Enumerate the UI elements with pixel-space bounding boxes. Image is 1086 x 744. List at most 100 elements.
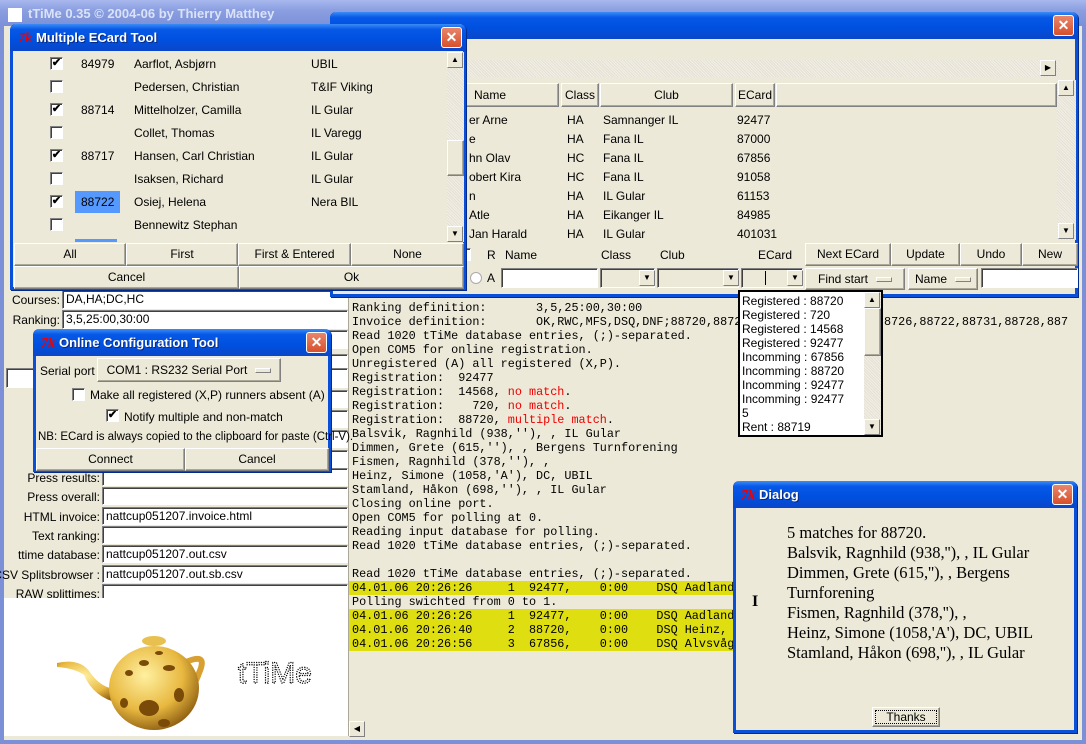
form-field[interactable] [102, 487, 348, 506]
runner-name: Osiej, Helena [134, 195, 207, 209]
form-field[interactable]: 3,5,25:00,30:00 [62, 310, 348, 329]
list-item-partial [75, 239, 117, 242]
update-button[interactable]: Update [891, 243, 960, 266]
next-ecard-button[interactable]: Next ECard [805, 243, 891, 266]
cancel-button[interactable]: Cancel [14, 266, 239, 289]
column-header[interactable]: Club [600, 83, 733, 107]
column-header[interactable] [776, 83, 1057, 107]
scroll-down-button[interactable]: ▼ [1058, 223, 1074, 239]
scroll-up-button[interactable]: ▲ [1058, 80, 1074, 96]
absent-checkbox[interactable] [72, 388, 85, 401]
scroll-down-button[interactable]: ▼ [447, 226, 463, 242]
log-text: multiple match [507, 413, 607, 427]
dropdown-item[interactable]: Rent : 88719 [742, 420, 881, 434]
undo-button[interactable]: Undo [960, 243, 1022, 266]
list-item[interactable]: ✔ 88722 Osiej, Helena Nera BIL [13, 190, 447, 213]
scroll-right-button[interactable]: ▶ [1040, 60, 1056, 76]
column-header[interactable]: Class [561, 83, 599, 107]
dropdown-item[interactable]: Registered : 720 [742, 308, 881, 322]
a-radio[interactable] [470, 272, 482, 284]
column-header[interactable]: ECard [735, 83, 775, 107]
dropdown-item[interactable]: Incomming : 67856 [742, 350, 881, 364]
list-item[interactable]: Bennewitz Stephan [13, 213, 447, 236]
none-button[interactable]: None [351, 243, 464, 266]
dropdown-scroll-thumb[interactable] [864, 308, 881, 356]
dropdown-item[interactable]: Incomming : 88720 [742, 364, 881, 378]
ecard-dropdown-arrow[interactable]: ▼ [787, 270, 803, 286]
dropdown-item[interactable]: Incomming : 92477 [742, 392, 881, 406]
first-button[interactable]: First [126, 243, 238, 266]
dropdown-item[interactable]: Registered : 88720 [742, 294, 881, 308]
checkbox[interactable]: ✔ [50, 57, 63, 70]
club-dropdown-arrow[interactable]: ▼ [723, 270, 739, 286]
form-field[interactable] [102, 525, 348, 544]
log-text: . [564, 399, 572, 413]
checkbox[interactable] [50, 218, 63, 231]
checkbox[interactable] [50, 80, 63, 93]
checkbox[interactable] [50, 126, 63, 139]
log-text: 04.01.06 20:26:26 1 92477, 0:00 DSQ Aadl… [352, 581, 749, 595]
table-cell: Jan Harald [469, 227, 528, 241]
form-label: Ranking: [12, 313, 60, 327]
dropdown-item[interactable]: 5 [742, 406, 881, 420]
form-label: CSV Splitsbrowser : [0, 567, 100, 582]
dropdown-scroll-up[interactable]: ▲ [864, 292, 880, 308]
log-text: 04.01.06 20:26:56 3 67856, 0:00 DSQ Alvs… [352, 637, 749, 651]
vertical-scrollbar[interactable] [1057, 80, 1076, 240]
list-item[interactable]: ✔ 88717 Hansen, Carl Christian IL Gular [13, 144, 447, 167]
list-item[interactable]: Collet, Thomas IL Varegg [13, 121, 447, 144]
ok-button[interactable]: Ok [239, 266, 464, 289]
search-input[interactable] [981, 268, 1078, 288]
close-button[interactable]: ✕ [441, 27, 462, 48]
list-item[interactable]: Pedersen, Christian T&IF Viking [13, 75, 447, 98]
cancel-button[interactable]: Cancel [185, 448, 329, 471]
log-scroll-left-button[interactable]: ◀ [349, 721, 365, 737]
name-label: Name [505, 248, 538, 262]
close-button[interactable]: ✕ [1053, 15, 1074, 36]
all-button[interactable]: All [14, 243, 126, 266]
table-cell: 61153 [737, 189, 770, 203]
serial-port-label: Serial port : [40, 364, 102, 378]
dropdown-item[interactable]: Incomming : 92477 [742, 378, 881, 392]
svg-text:tTiMe: tTiMe [238, 657, 312, 690]
checkbox[interactable]: ✔ [50, 149, 63, 162]
first-and-entered-button[interactable]: First & Entered [238, 243, 351, 266]
table-cell: 91058 [737, 170, 771, 184]
log-text: no match [507, 399, 565, 413]
list-item[interactable]: Isaksen, Richard IL Gular [13, 167, 447, 190]
scroll-thumb[interactable] [447, 140, 464, 176]
dropdown-item[interactable]: Registered : 92477 [742, 336, 881, 350]
ecard-label: ECard [758, 248, 793, 262]
checkbox[interactable]: ✔ [50, 195, 63, 208]
table-cell: Fana IL [603, 132, 644, 146]
checkbox[interactable]: ✔ [50, 103, 63, 116]
scroll-up-button[interactable]: ▲ [447, 52, 463, 68]
ecard-dropdown-list[interactable]: Registered : 88720 Registered : 720 Regist… [738, 290, 883, 437]
close-button[interactable]: ✕ [306, 332, 327, 353]
list-item[interactable]: ✔ 88714 Mittelholzer, Camilla IL Gular [13, 98, 447, 121]
tk-icon: 7k [18, 31, 32, 46]
table-cell: 401031 [737, 227, 778, 241]
runner-name: Mittelholzer, Camilla [134, 103, 242, 117]
new-button[interactable]: New [1022, 243, 1078, 266]
checkbox[interactable] [50, 172, 63, 185]
name-input[interactable] [501, 268, 598, 288]
form-field[interactable]: nattcup051207.out.sb.csv [102, 564, 348, 583]
sort-name-button[interactable]: Name [908, 268, 978, 290]
list-item[interactable]: ✔ 84979 Aarflot, Asbjørn UBIL [13, 52, 447, 75]
class-dropdown-arrow[interactable]: ▼ [639, 270, 655, 286]
thanks-button[interactable]: Thanks [872, 707, 940, 727]
connect-button[interactable]: Connect [36, 448, 185, 471]
form-field[interactable]: nattcup051207.out.csv [102, 545, 348, 564]
dropdown-item[interactable]: Registered : 14568 [742, 322, 881, 336]
table-cell: er Arne [469, 113, 508, 127]
serial-port-select[interactable]: COM1 : RS232 Serial Port [97, 358, 281, 382]
log-line: Ranking definition: 3,5,25:00,30:00 [349, 301, 1078, 315]
close-button[interactable]: ✕ [1052, 484, 1073, 505]
form-field[interactable]: nattcup051207.invoice.html [102, 506, 348, 525]
runner-club: IL Varegg [311, 126, 362, 140]
find-start-button[interactable]: Find start [805, 268, 905, 290]
notify-checkbox[interactable]: ✔ [106, 409, 119, 422]
dropdown-scroll-down[interactable]: ▼ [864, 419, 880, 435]
form-field[interactable]: DA,HA;DC,HC [62, 290, 348, 309]
